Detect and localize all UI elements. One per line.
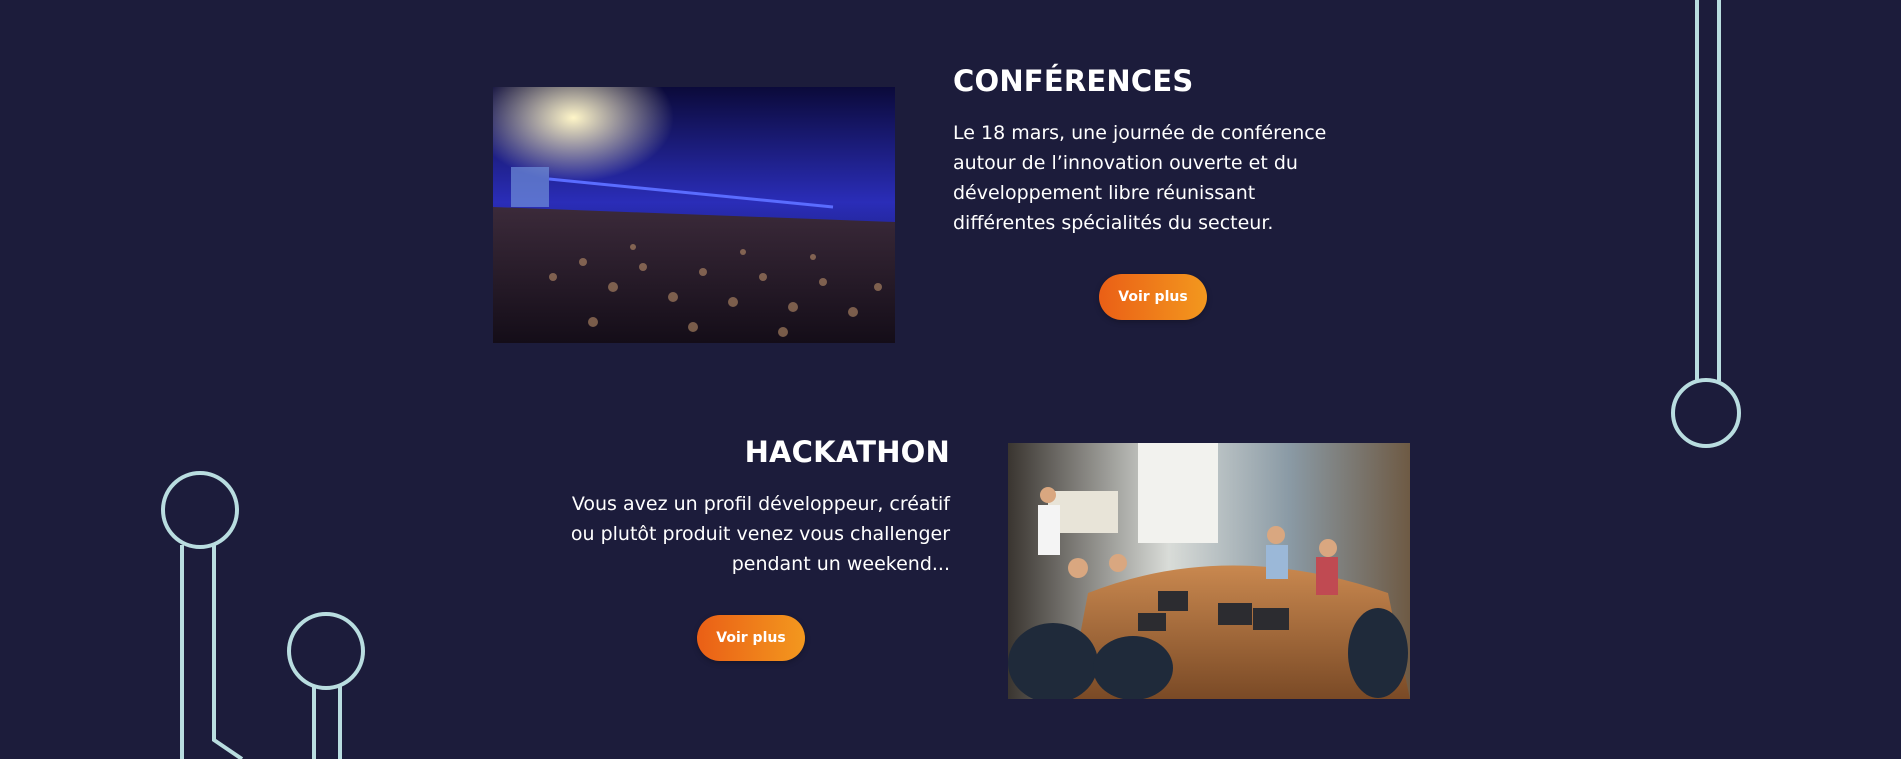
conferences-title: CONFÉRENCES <box>953 64 1194 98</box>
circuit-decoration <box>161 0 1741 759</box>
circuit-trace-left-small <box>312 686 342 759</box>
hackathon-title: HACKATHON <box>744 435 950 469</box>
circuit-node-top-right <box>1671 378 1741 448</box>
conferences-description: Le 18 mars, une journée de conférence au… <box>953 122 1327 234</box>
conference-photo <box>493 87 895 343</box>
circuit-trace-left <box>180 545 244 759</box>
hackathon-description: Vous avez un profil développeur, créatif… <box>570 493 950 575</box>
circuit-node-left <box>161 471 239 549</box>
conferences-voir-plus-button[interactable]: Voir plus <box>1099 274 1207 320</box>
circuit-node-left-small <box>287 612 365 690</box>
hackathon-photo <box>1008 443 1410 699</box>
hackathon-voir-plus-button[interactable]: Voir plus <box>697 615 805 661</box>
circuit-trace-top-right <box>1695 0 1721 381</box>
